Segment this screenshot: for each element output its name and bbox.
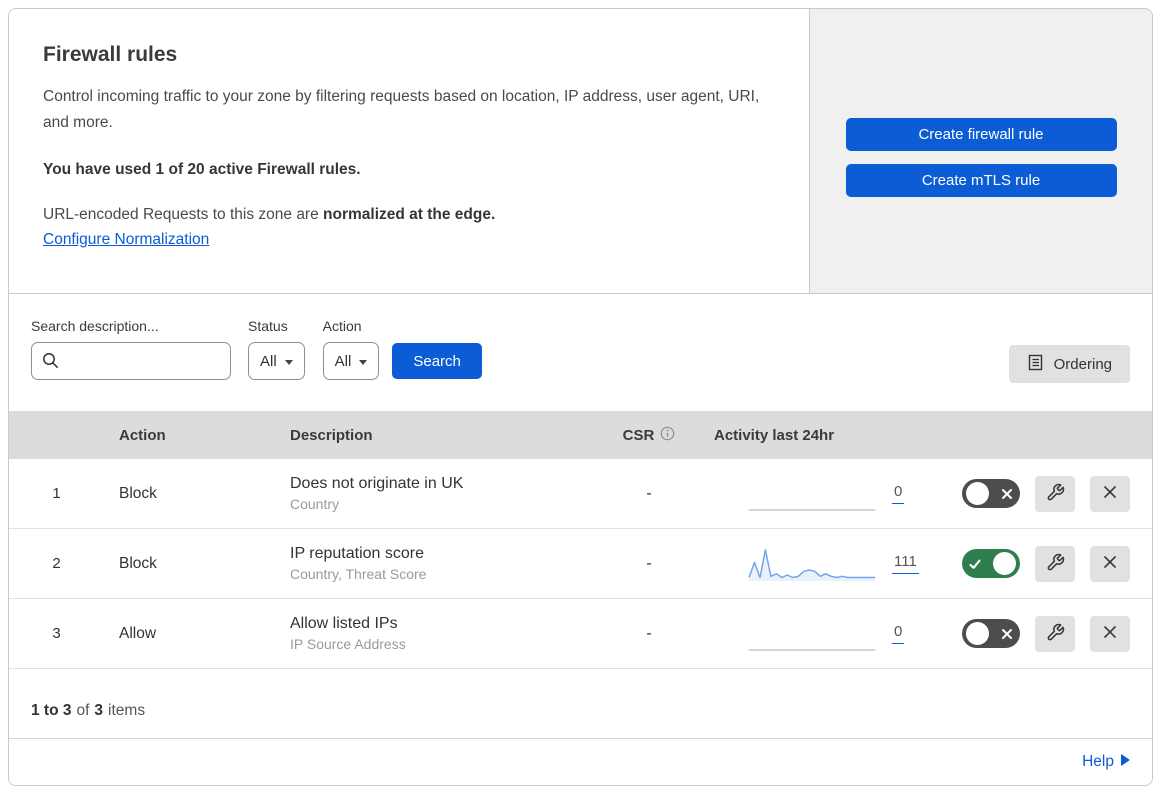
info-icon[interactable] xyxy=(660,426,675,445)
rule-action: Allow xyxy=(119,624,157,642)
delete-rule-button[interactable] xyxy=(1090,615,1130,652)
toggle-state-icon xyxy=(998,628,1016,640)
pagination-total: 3 xyxy=(94,701,104,719)
csr-column-header: CSR xyxy=(599,426,699,445)
wrench-icon xyxy=(1046,623,1065,645)
rule-description: Allow listed IPs xyxy=(290,615,398,632)
rule-description: Does not originate in UK xyxy=(290,475,464,492)
close-icon xyxy=(1102,484,1118,503)
status-select[interactable]: All xyxy=(248,342,305,380)
page-description: Control incoming traffic to your zone by… xyxy=(43,88,760,132)
intro-block: Firewall rules Control incoming traffic … xyxy=(9,9,809,293)
help-link-label: Help xyxy=(1082,753,1114,770)
toggle-knob xyxy=(966,622,989,645)
rule-match-fields: Country xyxy=(290,496,340,512)
wrench-icon xyxy=(1046,553,1065,575)
edit-rule-button[interactable] xyxy=(1035,545,1075,582)
activity-sparkline xyxy=(748,548,875,581)
rule-priority: 1 xyxy=(52,485,61,502)
status-selected-value: All xyxy=(260,352,277,370)
edit-rule-button[interactable] xyxy=(1035,615,1075,652)
table-row: 3 Allow Allow listed IPs IP Source Addre… xyxy=(9,599,1152,669)
arrow-right-icon xyxy=(1121,753,1130,771)
filter-bar: Search description... Status All Action xyxy=(9,294,1152,411)
activity-column-header: Activity last 24hr xyxy=(714,426,835,444)
search-button[interactable]: Search xyxy=(392,343,482,379)
activity-sparkline xyxy=(749,648,875,651)
table-row: 2 Block IP reputation score Country, Thr… xyxy=(9,529,1152,599)
delete-rule-button[interactable] xyxy=(1090,475,1130,512)
table-header: Action Description CSR Activity last 24h… xyxy=(9,411,1152,459)
rule-enable-toggle[interactable] xyxy=(962,549,1020,578)
page-title: Firewall rules xyxy=(43,43,178,66)
table-row: 1 Block Does not originate in UK Country… xyxy=(9,459,1152,529)
action-selected-value: All xyxy=(334,352,352,370)
action-filter-label: Action xyxy=(322,318,362,334)
toggle-knob xyxy=(966,482,989,505)
create-firewall-rule-button[interactable]: Create firewall rule xyxy=(845,117,1117,151)
rule-csr-value: - xyxy=(646,484,652,502)
rule-match-fields: IP Source Address xyxy=(290,636,406,652)
help-footer: Help xyxy=(9,739,1152,785)
delete-rule-button[interactable] xyxy=(1090,545,1130,582)
search-label: Search description... xyxy=(31,318,159,334)
description-column-header: Description xyxy=(290,426,373,444)
pagination-summary: 1 to 3 of 3 items xyxy=(9,669,1152,739)
rule-csr-value: - xyxy=(646,624,652,642)
create-mtls-rule-button[interactable]: Create mTLS rule xyxy=(845,163,1117,197)
action-select[interactable]: All xyxy=(322,342,380,380)
toggle-knob xyxy=(993,552,1016,575)
header-section: Firewall rules Control incoming traffic … xyxy=(9,9,1152,294)
pagination-range: 1 to 3 xyxy=(31,701,72,719)
configure-normalization-link[interactable]: Configure Normalization xyxy=(43,231,209,248)
close-icon xyxy=(1102,624,1118,643)
rule-enable-toggle[interactable] xyxy=(962,479,1020,508)
activity-sparkline xyxy=(749,508,875,511)
activity-count-link[interactable]: 0 xyxy=(892,623,905,644)
rule-priority: 3 xyxy=(52,625,61,642)
csr-header-label: CSR xyxy=(622,426,655,444)
firewall-rules-panel: Firewall rules Control incoming traffic … xyxy=(8,8,1153,786)
activity-count-link[interactable]: 111 xyxy=(892,553,919,574)
action-column-header: Action xyxy=(119,426,166,444)
rule-action: Block xyxy=(119,484,157,502)
rule-action: Block xyxy=(119,554,157,572)
status-filter-label: Status xyxy=(248,318,288,334)
close-icon xyxy=(1102,554,1118,573)
ordering-button[interactable]: Ordering xyxy=(1008,345,1130,383)
normalization-note: URL-encoded Requests to this zone are no… xyxy=(43,206,769,224)
toggle-state-icon xyxy=(966,557,984,571)
rule-csr-value: - xyxy=(646,554,652,572)
ordering-button-label: Ordering xyxy=(1053,355,1112,373)
usage-summary: You have used 1 of 20 active Firewall ru… xyxy=(43,161,361,179)
pagination-items: items xyxy=(108,701,146,719)
wrench-icon xyxy=(1046,483,1065,505)
ordering-list-icon xyxy=(1027,354,1044,375)
toggle-state-icon xyxy=(998,488,1016,500)
rule-match-fields: Country, Threat Score xyxy=(290,566,427,582)
table-body: 1 Block Does not originate in UK Country… xyxy=(9,459,1152,669)
search-input[interactable] xyxy=(31,342,231,380)
pagination-of: of xyxy=(76,701,90,719)
normalization-text: URL-encoded Requests to this zone are xyxy=(43,206,324,224)
rule-enable-toggle[interactable] xyxy=(962,619,1020,648)
normalization-bold-text: normalized at the edge. xyxy=(323,206,496,224)
help-link[interactable]: Help xyxy=(1082,753,1130,771)
activity-count-link[interactable]: 0 xyxy=(892,483,905,504)
edit-rule-button[interactable] xyxy=(1035,475,1075,512)
chevron-down-icon xyxy=(359,359,368,365)
create-actions-panel: Create firewall rule Create mTLS rule xyxy=(809,9,1152,293)
rule-description: IP reputation score xyxy=(290,545,425,562)
rule-priority: 2 xyxy=(52,555,61,572)
chevron-down-icon xyxy=(284,359,293,365)
